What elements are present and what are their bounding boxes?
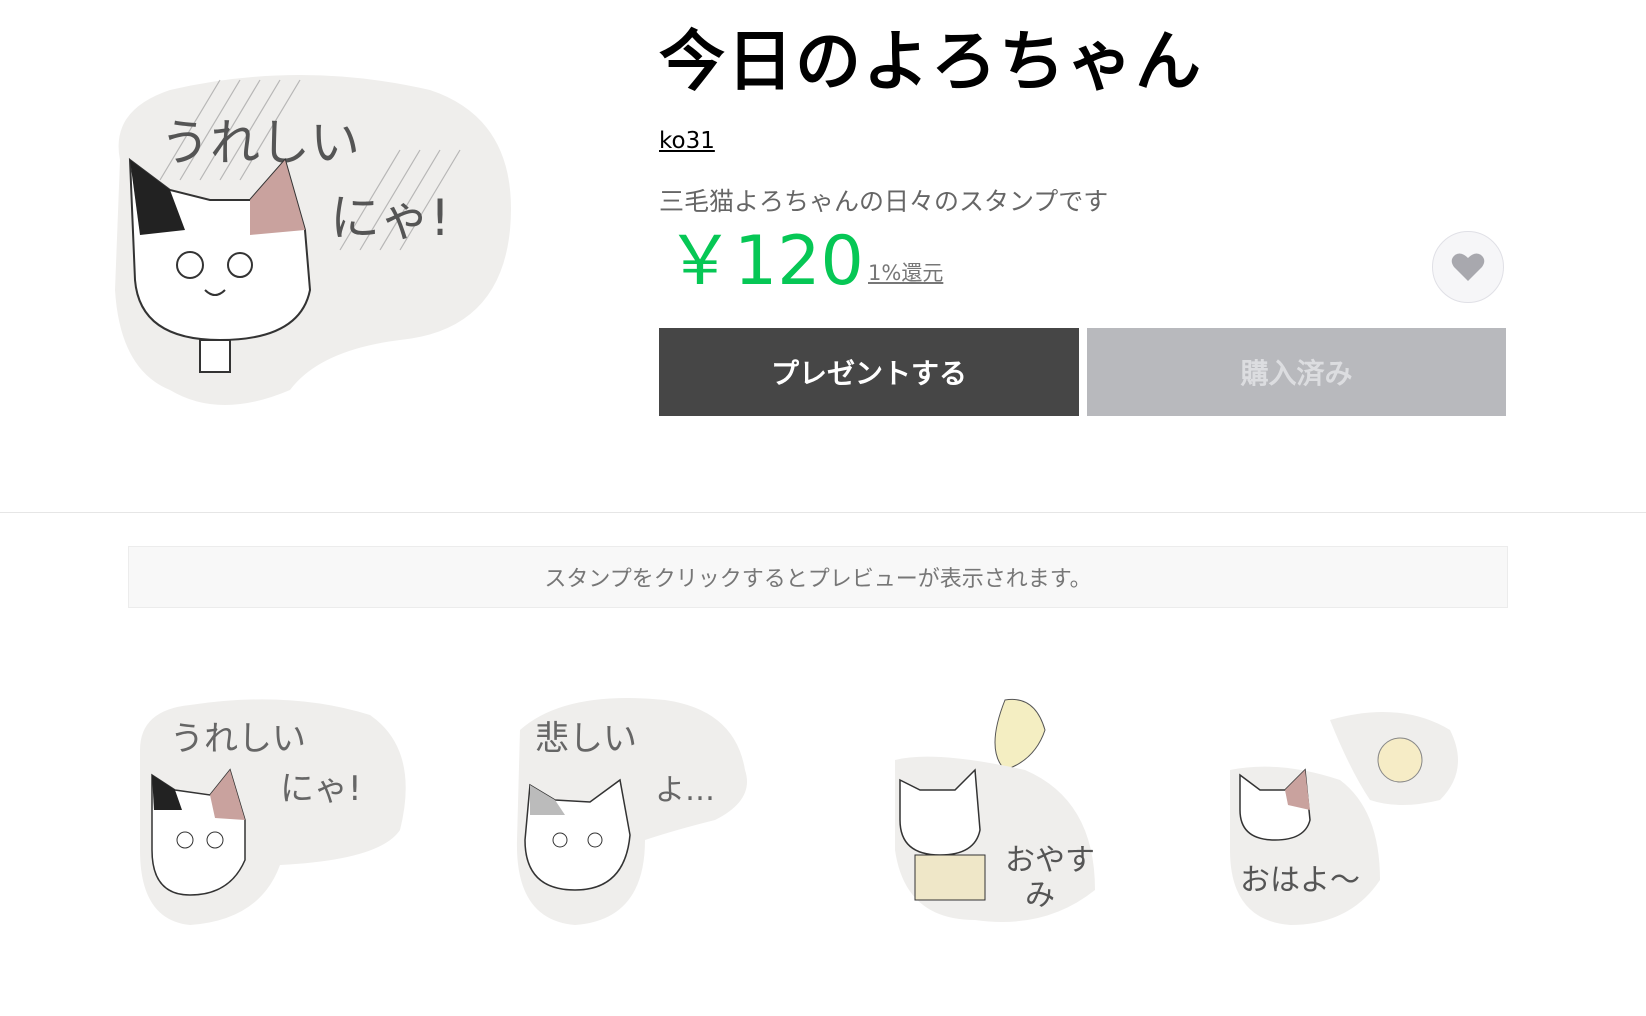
product-description: 三毛猫よろちゃんの日々のスタンプです (659, 187, 1109, 216)
sticker-caption: おはよ〜 (1240, 863, 1360, 898)
heart-icon (1451, 253, 1485, 281)
sticker-caption: み (1025, 878, 1055, 913)
sticker-caption-bottom: にゃ! (330, 189, 450, 247)
purchased-button: 購入済み (1087, 328, 1506, 416)
price: ￥120 (666, 222, 864, 301)
favorite-button[interactable] (1432, 231, 1504, 303)
sticker-caption: 悲しい (535, 719, 637, 759)
preview-notice: スタンプをクリックするとプレビューが表示されます。 (128, 546, 1508, 608)
cat-drawing: うれしい にゃ! (115, 75, 511, 405)
sticker-caption: にゃ! (280, 769, 362, 809)
sticker-image: おはよ〜 (1230, 712, 1458, 925)
sticker-caption-top: うれしい (160, 114, 360, 172)
sticker-caption: よ… (655, 773, 715, 808)
sticker-item[interactable]: おはよ〜 (1220, 690, 1510, 940)
main-sticker-image: うれしい にゃ! (100, 50, 540, 420)
sticker-image: うれしい にゃ! (140, 699, 406, 925)
sticker-caption: うれしい (170, 719, 306, 759)
author-link[interactable]: ko31 (659, 128, 715, 154)
sticker-image: 悲しい よ… (516, 698, 747, 925)
section-divider (0, 512, 1646, 513)
sticker-image: おやす み (895, 698, 1095, 922)
present-button[interactable]: プレゼントする (659, 328, 1079, 416)
rebate-link[interactable]: 1%還元 (868, 257, 943, 287)
page-title: 今日のよろちゃん (659, 23, 1203, 100)
sticker-item[interactable]: うれしい にゃ! (130, 690, 420, 940)
sticker-caption: おやす (1005, 843, 1095, 878)
sticker-item[interactable]: 悲しい よ… (505, 690, 795, 940)
sticker-item[interactable]: おやす み (885, 690, 1175, 940)
